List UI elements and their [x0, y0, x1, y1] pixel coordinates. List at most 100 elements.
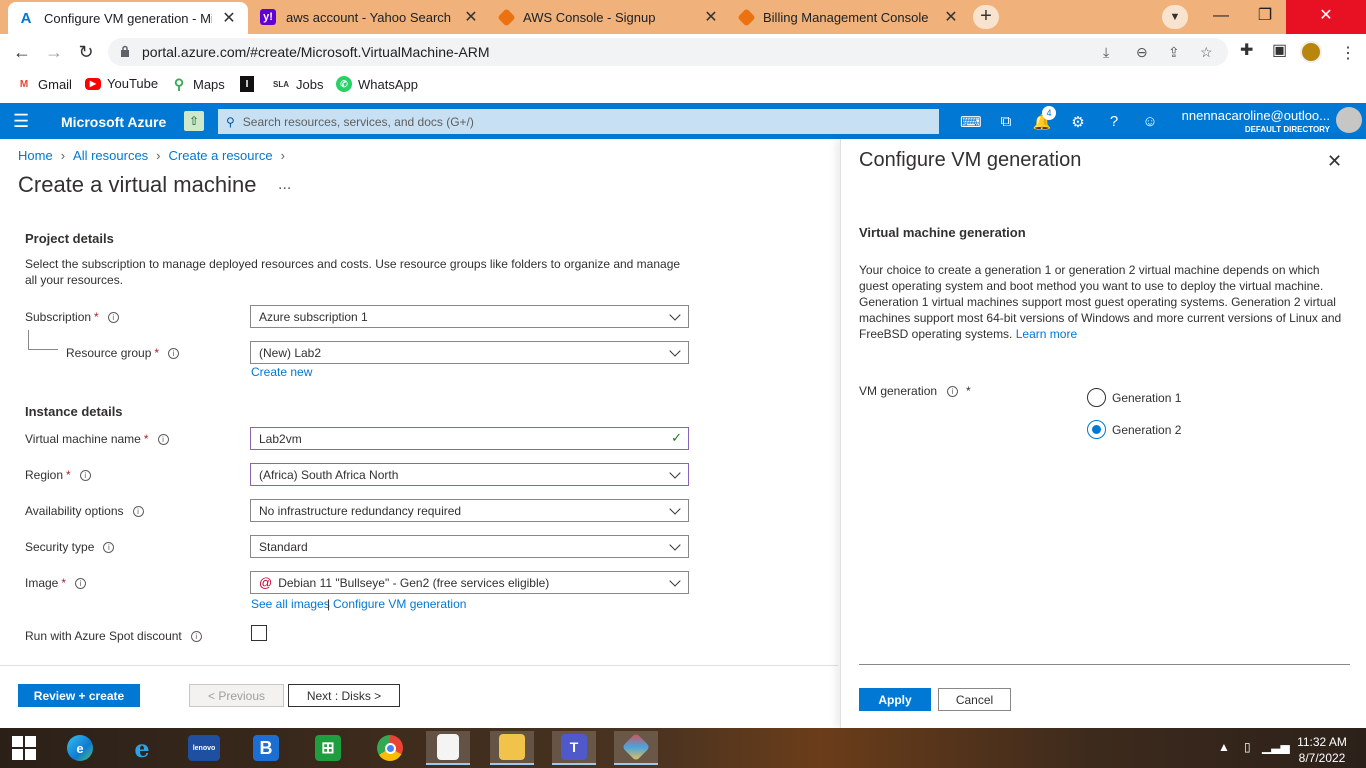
window-close-button[interactable]: ✕	[1286, 0, 1366, 34]
azure-search-box[interactable]: ⚲	[218, 109, 939, 134]
azure-search-input[interactable]	[242, 114, 903, 129]
battery-icon[interactable]: ▯	[1244, 740, 1251, 754]
close-tab-icon[interactable]: ✕	[942, 7, 960, 27]
app-icon[interactable]	[614, 731, 658, 765]
edge-icon[interactable]: e	[58, 731, 102, 765]
reload-icon[interactable]: ↻	[74, 40, 98, 64]
previous-button[interactable]: < Previous	[189, 684, 284, 707]
vm-name-input[interactable]: Lab2vm ✓	[250, 427, 689, 450]
info-icon[interactable]: i	[947, 385, 959, 397]
windows-logo-icon	[12, 736, 36, 760]
image-dropdown[interactable]: @ Debian 11 "Bullseye" - Gen2 (free serv…	[250, 571, 689, 594]
sla-jobs-icon: SLA	[273, 79, 289, 89]
new-tab-button[interactable]: +	[973, 5, 999, 29]
info-icon[interactable]: i	[107, 311, 119, 323]
breadcrumb-all-resources[interactable]: All resources	[73, 148, 148, 163]
chrome-icon[interactable]	[368, 731, 412, 765]
help-icon[interactable]: ?	[1104, 113, 1124, 130]
tab-yahoo-search[interactable]: y! aws account - Yahoo Search Resu ✕	[250, 0, 490, 34]
cloud-shell-icon[interactable]: ⌨	[960, 113, 982, 131]
checkmark-icon: ✓	[671, 430, 682, 445]
install-app-icon[interactable]: ⤓	[1103, 44, 1109, 61]
share-icon[interactable]: ⇪	[1168, 44, 1180, 61]
security-type-dropdown[interactable]: Standard	[250, 535, 689, 558]
b-app-icon[interactable]: B	[244, 731, 288, 765]
see-all-images-link[interactable]: See all images	[251, 597, 330, 611]
next-disks-button[interactable]: Next : Disks >	[288, 684, 400, 707]
close-tab-icon[interactable]: ✕	[702, 7, 720, 27]
whatsapp-icon: ✆	[336, 76, 352, 92]
settings-gear-icon[interactable]: ⚙	[1068, 113, 1088, 131]
radio-circle[interactable]	[1087, 388, 1106, 407]
windows-start-icon[interactable]	[2, 731, 46, 765]
close-tab-icon[interactable]: ✕	[462, 7, 480, 27]
menu-kebab-icon[interactable]: ⋮	[1340, 43, 1356, 63]
azure-brand[interactable]: Microsoft Azure	[61, 114, 166, 130]
side-panel-icon[interactable]: ▣	[1272, 40, 1287, 60]
show-hidden-icons-icon[interactable]: ▲	[1218, 740, 1230, 754]
bookmark-jobs[interactable]: SLA Jobs	[272, 76, 323, 92]
minimize-button[interactable]: —	[1198, 0, 1244, 34]
review-create-button[interactable]: Review + create	[18, 684, 140, 707]
subscription-dropdown[interactable]: Azure subscription 1	[250, 305, 689, 328]
bookmark-youtube[interactable]: ▶ YouTube	[85, 76, 158, 91]
info-icon[interactable]: i	[157, 433, 169, 445]
store-icon[interactable]: ⊞	[306, 731, 350, 765]
radio-generation-1[interactable]: Generation 1	[1087, 388, 1181, 407]
bookmark-whatsapp[interactable]: ✆ WhatsApp	[336, 76, 418, 92]
omnibox[interactable]: portal.azure.com/#create/Microsoft.Virtu…	[108, 38, 1228, 66]
profile-avatar[interactable]	[1300, 41, 1322, 63]
hamburger-menu-icon[interactable]: ☰	[13, 111, 29, 132]
panel-description: Your choice to create a generation 1 or …	[859, 262, 1345, 342]
close-icon[interactable]: ✕	[1327, 151, 1342, 172]
apply-button[interactable]: Apply	[859, 688, 931, 711]
user-avatar[interactable]	[1336, 107, 1362, 133]
info-icon[interactable]: i	[168, 347, 180, 359]
more-options-button[interactable]: ...	[278, 176, 291, 194]
info-icon[interactable]: i	[75, 577, 87, 589]
create-new-link[interactable]: Create new	[251, 365, 312, 379]
radio-circle-selected[interactable]	[1087, 420, 1106, 439]
availability-dropdown[interactable]: No infrastructure redundancy required	[250, 499, 689, 522]
address-bar-row: ← → ↻ portal.azure.com/#create/Microsoft…	[0, 34, 1366, 70]
breadcrumb-home[interactable]: Home	[18, 148, 53, 163]
bookmark-star-icon[interactable]: ☆	[1200, 44, 1213, 61]
teams-icon[interactable]: T	[552, 731, 596, 765]
cancel-button[interactable]: Cancel	[938, 688, 1011, 711]
file-explorer-icon[interactable]	[490, 731, 534, 765]
taskbar-clock[interactable]: 11:32 AM 8/7/2022	[1290, 734, 1354, 766]
back-arrow-icon[interactable]: ←	[10, 40, 34, 64]
bookmark-i[interactable]: I	[240, 76, 260, 92]
tab-billing[interactable]: Billing Management Console ✕	[730, 0, 970, 34]
info-icon[interactable]: i	[190, 630, 202, 642]
feedback-icon[interactable]: ☺	[1140, 113, 1160, 130]
lenovo-icon[interactable]: lenovo	[182, 731, 226, 765]
extensions-puzzle-icon[interactable]: ✚	[1240, 40, 1253, 60]
info-icon[interactable]: i	[103, 541, 115, 553]
label-text: Resource group	[66, 346, 152, 360]
notepad-icon[interactable]	[426, 731, 470, 765]
breadcrumb-create-resource[interactable]: Create a resource	[169, 148, 273, 163]
bookmark-gmail[interactable]: M Gmail	[16, 76, 72, 92]
close-tab-icon[interactable]: ✕	[220, 8, 238, 28]
internet-explorer-icon[interactable]: e	[120, 731, 164, 765]
configure-vm-generation-link[interactable]: Configure VM generation	[333, 597, 466, 611]
tab-configure-vm[interactable]: A Configure VM generation - Micro ✕	[8, 2, 248, 34]
maximize-button[interactable]: ❐	[1242, 0, 1288, 34]
info-icon[interactable]: i	[132, 505, 144, 517]
upgrade-icon[interactable]: ⇧	[184, 111, 204, 131]
tab-aws-signup[interactable]: AWS Console - Signup ✕	[490, 0, 730, 34]
learn-more-link[interactable]: Learn more	[1016, 327, 1077, 341]
region-dropdown[interactable]: (Africa) South Africa North	[250, 463, 689, 486]
forward-arrow-icon[interactable]: →	[42, 40, 66, 64]
radio-generation-2[interactable]: Generation 2	[1087, 420, 1181, 439]
spot-discount-checkbox[interactable]	[251, 625, 267, 641]
account-info[interactable]: nnennacaroline@outloo... DEFAULT DIRECTO…	[1182, 108, 1330, 134]
resource-group-dropdown[interactable]: (New) Lab2	[250, 341, 689, 364]
bookmark-maps[interactable]: ⚲ Maps	[171, 76, 225, 92]
zoom-icon[interactable]: ⊖	[1136, 44, 1148, 61]
network-signal-icon[interactable]: ▁▃▅	[1262, 740, 1290, 754]
directory-filter-icon[interactable]: ⧉	[996, 113, 1016, 130]
tab-search-chevron-icon[interactable]: ▼	[1162, 5, 1188, 29]
info-icon[interactable]: i	[79, 469, 91, 481]
